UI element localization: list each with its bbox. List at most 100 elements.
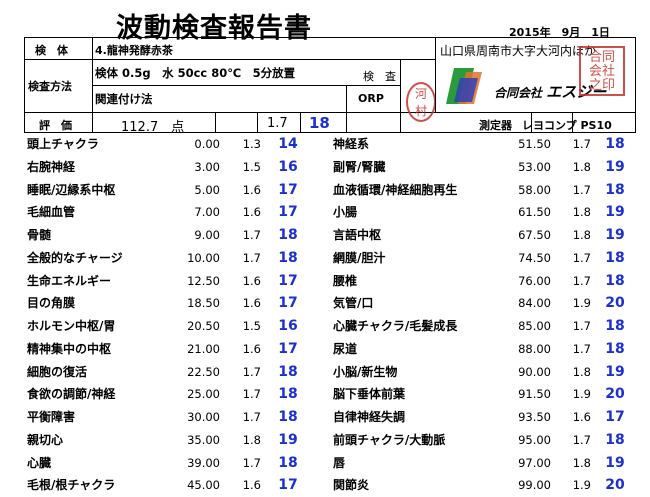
- row-name: 心臓チャクラ/毛髪成長: [333, 319, 458, 333]
- row-name: 自律神経失調: [333, 410, 406, 424]
- row-code: 84.00: [518, 296, 551, 311]
- row-name: 副腎/腎臓: [333, 159, 386, 174]
- specimen-label: 検 体: [35, 44, 68, 57]
- row-value: 1.6: [242, 296, 261, 311]
- row-value: 1.7: [572, 432, 591, 447]
- row-code: 51.50: [518, 137, 551, 151]
- row-value: 1.7: [572, 137, 591, 151]
- row-score: 19: [605, 454, 625, 471]
- row-value: 1.8: [572, 228, 591, 242]
- row-code: 12.50: [187, 273, 220, 288]
- row-value: 1.7: [572, 319, 591, 333]
- row-score: 18: [605, 136, 625, 152]
- row-score: 17: [278, 477, 298, 494]
- row-name: 目の角膜: [27, 296, 76, 311]
- row-code: 76.00: [518, 273, 551, 288]
- row-score: 18: [278, 386, 298, 403]
- device-label: 測定器: [479, 119, 512, 132]
- row-name: 唇: [333, 455, 346, 470]
- row-score: 19: [605, 158, 625, 175]
- row-value: 1.5: [242, 159, 261, 174]
- row-name: 右腕神経: [27, 159, 76, 174]
- row-name: 毛細血管: [27, 205, 76, 220]
- row-value: 1.6: [242, 341, 261, 356]
- row-score: 16: [278, 158, 298, 175]
- divider: [257, 112, 258, 133]
- row-code: 88.00: [518, 341, 551, 356]
- table-row: 睡眠/辺縁系中枢 5.00 1.6 17 血液循環/神経細胞再生 58.00 1.7 18: [24, 179, 636, 202]
- row-value: 1.7: [242, 387, 261, 402]
- row-value: 1.8: [242, 432, 261, 447]
- row-name: 神経系: [333, 137, 370, 151]
- evaluation-label: 評 価: [39, 119, 72, 132]
- row-name: 小腸: [333, 205, 358, 220]
- row-value: 1.9: [572, 478, 591, 493]
- row-name: 言語中枢: [333, 228, 382, 242]
- row-score: 18: [278, 249, 298, 266]
- row-value: 1.7: [572, 273, 591, 288]
- row-value: 1.7: [242, 455, 261, 470]
- row-value: 1.7: [242, 364, 261, 379]
- table-row: 目の角膜 18.50 1.6 17 気管/口 84.00 1.9 20: [24, 292, 636, 315]
- row-value: 1.7: [242, 250, 261, 265]
- row-score: 20: [605, 295, 625, 312]
- row-name: 頭上チャクラ: [27, 137, 99, 151]
- divider: [400, 59, 401, 133]
- row-value: 1.8: [572, 455, 591, 470]
- row-code: 22.50: [187, 364, 220, 379]
- row-value: 1.5: [242, 319, 261, 333]
- row-name: 精神集中の中枢: [27, 341, 112, 356]
- row-value: 1.8: [572, 159, 591, 174]
- evaluation-value: 1.7: [267, 116, 288, 131]
- company-address: 山口県周南市大字大河内ほか: [440, 44, 597, 58]
- row-value: 1.7: [572, 341, 591, 356]
- row-name: 心臓: [27, 455, 52, 470]
- row-score: 16: [278, 318, 298, 334]
- row-score: 19: [605, 227, 625, 243]
- row-score: 18: [605, 272, 625, 289]
- evaluation-grade: 18: [309, 114, 330, 132]
- row-name: 関節炎: [333, 478, 370, 493]
- row-code: 0.00: [194, 137, 220, 151]
- row-score: 18: [278, 227, 298, 243]
- device-value: レヨコンプ PS10: [522, 119, 612, 132]
- row-value: 1.8: [572, 205, 591, 220]
- report-header: 検 体 4.龍神発酵赤茶 検査方法 検体 0.5g 水 50cc 80℃ 5分放…: [24, 37, 636, 135]
- row-score: 14: [278, 136, 298, 152]
- table-row: 毛細血管 7.00 1.6 17 小腸 61.50 1.8 19: [24, 201, 636, 224]
- row-name: 細胞の復活: [27, 364, 88, 379]
- method-value-2: 関連付け法: [95, 92, 153, 106]
- row-name: 睡眠/辺縁系中枢: [27, 182, 116, 197]
- inspector-seal: 河村: [406, 82, 436, 122]
- row-name: 脳下垂体前葉: [333, 387, 406, 402]
- row-score: 18: [278, 454, 298, 471]
- row-score: 18: [605, 249, 625, 266]
- row-name: 気管/口: [333, 296, 374, 311]
- row-name: 骨髄: [27, 228, 52, 242]
- divider: [300, 112, 301, 133]
- row-name: 小脳/新生物: [333, 364, 398, 379]
- table-row: 平衡障害 30.00 1.7 18 自律神経失調 93.50 1.6 17: [24, 406, 636, 429]
- row-code: 9.00: [194, 228, 220, 242]
- table-row: 精神集中の中枢 21.00 1.6 17 尿道 88.00 1.7 18: [24, 338, 636, 361]
- row-code: 45.00: [187, 478, 220, 493]
- row-code: 3.00: [194, 159, 220, 174]
- row-value: 1.7: [572, 250, 591, 265]
- table-row: 親切心 35.00 1.8 19 前頭チャクラ/大動脈 95.00 1.7 18: [24, 429, 636, 452]
- row-score: 17: [278, 340, 298, 357]
- row-score: 17: [278, 272, 298, 289]
- row-value: 1.7: [242, 228, 261, 242]
- row-score: 18: [605, 340, 625, 357]
- row-score: 19: [605, 363, 625, 380]
- row-score: 17: [278, 181, 298, 198]
- row-code: 99.00: [518, 478, 551, 493]
- table-row: 食欲の調節/神経 25.00 1.7 18 脳下垂体前葉 91.50 1.9 20: [24, 383, 636, 406]
- row-name: 血液循環/神経細胞再生: [333, 182, 458, 197]
- row-name: 平衡障害: [27, 410, 76, 424]
- row-name: 網膜/胆汁: [333, 250, 386, 265]
- divider: [346, 85, 347, 112]
- row-value: 1.9: [572, 296, 591, 311]
- row-code: 39.00: [187, 455, 220, 470]
- company-block: 山口県周南市大字大河内ほか 合同会社 エスジー 合同 会社 之印: [435, 38, 636, 113]
- table-row: 細胞の復活 22.50 1.7 18 小脳/新生物 90.00 1.8 19: [24, 361, 636, 384]
